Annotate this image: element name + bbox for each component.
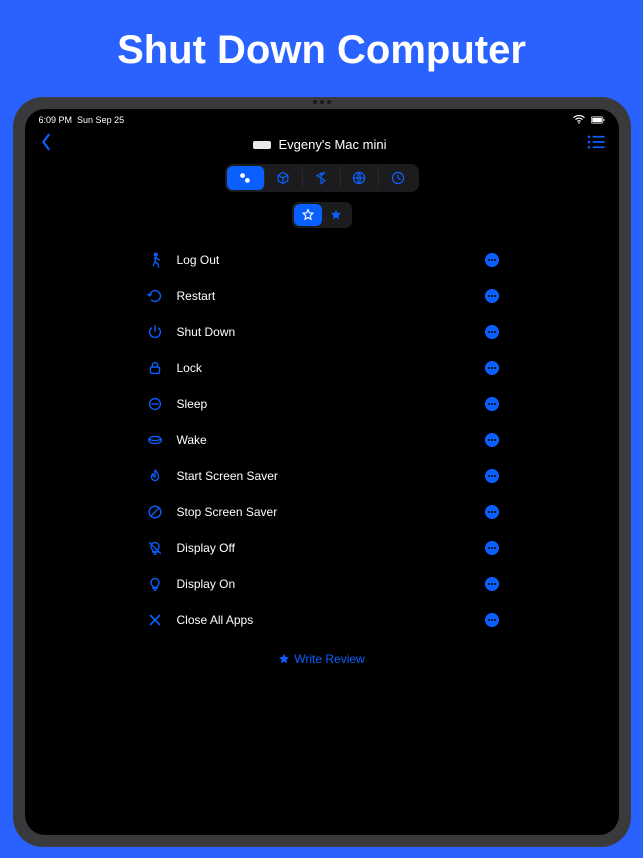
command-more-button[interactable] xyxy=(485,325,499,339)
command-more-button[interactable] xyxy=(485,361,499,375)
wake-icon xyxy=(145,430,165,450)
command-more-button[interactable] xyxy=(485,577,499,591)
app-header: Evgeny's Mac mini xyxy=(25,127,619,164)
category-segmented-control xyxy=(225,164,419,192)
command-label: Display On xyxy=(177,577,473,591)
battery-icon xyxy=(591,115,605,125)
close-icon xyxy=(145,610,165,630)
fire-icon xyxy=(145,466,165,486)
command-row-fire[interactable]: Start Screen Saver xyxy=(145,458,499,494)
device-title: Evgeny's Mac mini xyxy=(253,137,387,152)
filter-segmented-control xyxy=(292,202,352,228)
command-row-sleep[interactable]: Sleep xyxy=(145,386,499,422)
command-label: Stop Screen Saver xyxy=(177,505,473,519)
command-row-power[interactable]: Shut Down xyxy=(145,314,499,350)
command-label: Close All Apps xyxy=(177,613,473,627)
command-more-button[interactable] xyxy=(485,289,499,303)
command-label: Restart xyxy=(177,289,473,303)
promo-title: Shut Down Computer xyxy=(0,0,643,97)
mac-mini-icon xyxy=(253,141,271,149)
command-row-wake[interactable]: Wake xyxy=(145,422,499,458)
segment-system[interactable] xyxy=(227,166,265,190)
segment-globe[interactable] xyxy=(341,166,379,190)
command-row-bulb-on[interactable]: Display On xyxy=(145,566,499,602)
command-more-button[interactable] xyxy=(485,505,499,519)
command-row-bulb-off[interactable]: Display Off xyxy=(145,530,499,566)
command-more-button[interactable] xyxy=(485,253,499,267)
command-label: Lock xyxy=(177,361,473,375)
command-row-restart[interactable]: Restart xyxy=(145,278,499,314)
command-label: Start Screen Saver xyxy=(177,469,473,483)
power-icon xyxy=(145,322,165,342)
stop-icon xyxy=(145,502,165,522)
back-button[interactable] xyxy=(39,133,53,156)
command-row-close[interactable]: Close All Apps xyxy=(145,602,499,638)
restart-icon xyxy=(145,286,165,306)
ipad-frame: 6:09 PM Sun Sep 25 Evgeny's Mac mini xyxy=(13,97,631,847)
command-more-button[interactable] xyxy=(485,433,499,447)
command-label: Shut Down xyxy=(177,325,473,339)
command-more-button[interactable] xyxy=(485,613,499,627)
command-more-button[interactable] xyxy=(485,541,499,555)
filter-star-filled[interactable] xyxy=(322,204,350,226)
command-label: Log Out xyxy=(177,253,473,267)
command-list: Log Out Restart Shut Down Lock Sleep Wake Star… xyxy=(25,242,619,638)
write-review-link[interactable]: Write Review xyxy=(25,638,619,680)
command-label: Sleep xyxy=(177,397,473,411)
lock-icon xyxy=(145,358,165,378)
segment-bluetooth[interactable] xyxy=(303,166,341,190)
status-bar: 6:09 PM Sun Sep 25 xyxy=(25,109,619,127)
device-screen: 6:09 PM Sun Sep 25 Evgeny's Mac mini xyxy=(25,109,619,835)
bulb-on-icon xyxy=(145,574,165,594)
bulb-off-icon xyxy=(145,538,165,558)
command-more-button[interactable] xyxy=(485,397,499,411)
wifi-icon xyxy=(572,115,586,125)
sleep-icon xyxy=(145,394,165,414)
filter-star-outline[interactable] xyxy=(294,204,322,226)
command-row-lock[interactable]: Lock xyxy=(145,350,499,386)
command-row-stop[interactable]: Stop Screen Saver xyxy=(145,494,499,530)
list-view-button[interactable] xyxy=(587,135,605,154)
segment-cube[interactable] xyxy=(265,166,303,190)
command-label: Display Off xyxy=(177,541,473,555)
walk-icon xyxy=(145,250,165,270)
command-label: Wake xyxy=(177,433,473,447)
command-row-walk[interactable]: Log Out xyxy=(145,242,499,278)
segment-history[interactable] xyxy=(379,166,417,190)
status-time-date: 6:09 PM Sun Sep 25 xyxy=(39,115,125,125)
command-more-button[interactable] xyxy=(485,469,499,483)
